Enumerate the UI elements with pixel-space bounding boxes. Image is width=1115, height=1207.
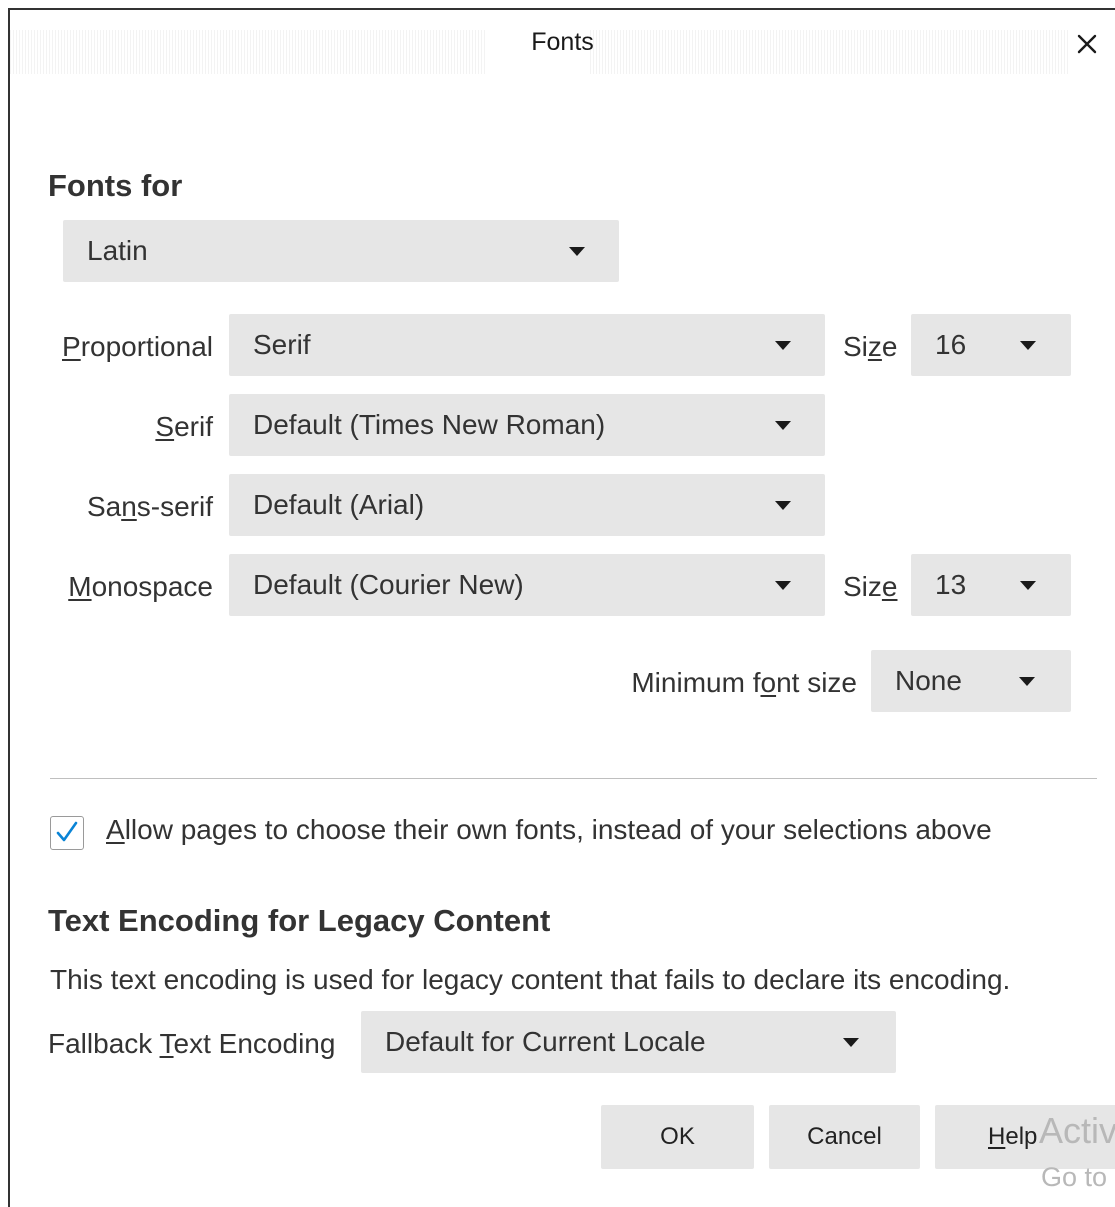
proportional-size-value: 16 [935,329,967,360]
chevron-down-icon [1020,581,1036,590]
proportional-size-label: Size [843,331,898,362]
chevron-down-icon [843,1038,859,1047]
language-dropdown[interactable]: Latin [63,220,619,282]
dialog-title: Fonts [531,28,594,56]
proportional-value: Serif [253,329,311,360]
minimum-font-size-value: None [895,665,962,696]
chevron-down-icon [775,581,791,590]
monospace-size-label: Size [843,571,898,602]
language-value: Latin [87,235,148,266]
activation-watermark-subtitle: Go to [1041,1162,1108,1192]
checkmark-icon [56,821,78,842]
sans-serif-value: Default (Arial) [253,489,425,520]
help-label: elp [1005,1123,1038,1150]
fallback-encoding-label: Fallback Text Encoding [48,1028,336,1059]
fonts-dialog: Fonts Fonts for Latin Proportional Serif… [8,8,1115,1207]
sans-serif-label: Sans-serif [86,491,213,522]
fonts-for-heading: Fonts for [48,168,183,203]
chevron-down-icon [775,421,791,430]
allow-pages-fonts-label[interactable]: Allow pages to choose their own fonts, i… [106,814,992,846]
chevron-down-icon [775,341,791,350]
fallback-encoding-dropdown[interactable]: Default for Current Locale [361,1011,896,1073]
allow-pages-fonts-checkbox[interactable] [50,816,84,850]
monospace-dropdown[interactable]: Default (Courier New) [229,554,825,616]
serif-dropdown[interactable]: Default (Times New Roman) [229,394,825,456]
minimum-font-size-label: Minimum font size [631,667,857,698]
chevron-down-icon [1020,341,1036,350]
chevron-down-icon [569,247,585,256]
serif-value: Default (Times New Roman) [253,409,606,440]
proportional-size-dropdown[interactable]: 16 [911,314,1071,376]
sans-serif-dropdown[interactable]: Default (Arial) [229,474,825,536]
divider [50,778,1097,779]
serif-label: Serif [155,411,213,442]
text-encoding-heading: Text Encoding for Legacy Content [48,903,551,938]
monospace-size-dropdown[interactable]: 13 [911,554,1071,616]
ok-button[interactable]: OK [601,1105,754,1169]
close-button[interactable] [1067,24,1107,64]
chevron-down-icon [1019,677,1035,686]
close-icon [1077,34,1097,54]
proportional-label: Proportional [62,331,213,362]
monospace-value: Default (Courier New) [253,569,524,600]
fallback-encoding-value: Default for Current Locale [385,1026,706,1057]
monospace-size-value: 13 [935,569,967,600]
title-bar: Fonts [10,10,1115,76]
monospace-label: Monospace [68,571,213,602]
minimum-font-size-dropdown[interactable]: None [871,650,1071,712]
chevron-down-icon [775,501,791,510]
cancel-button[interactable]: Cancel [769,1105,920,1169]
activation-watermark: Activ [1039,1110,1115,1151]
proportional-dropdown[interactable]: Serif [229,314,825,376]
text-encoding-description: This text encoding is used for legacy co… [50,964,1011,995]
help-label-key: H [988,1123,1006,1150]
